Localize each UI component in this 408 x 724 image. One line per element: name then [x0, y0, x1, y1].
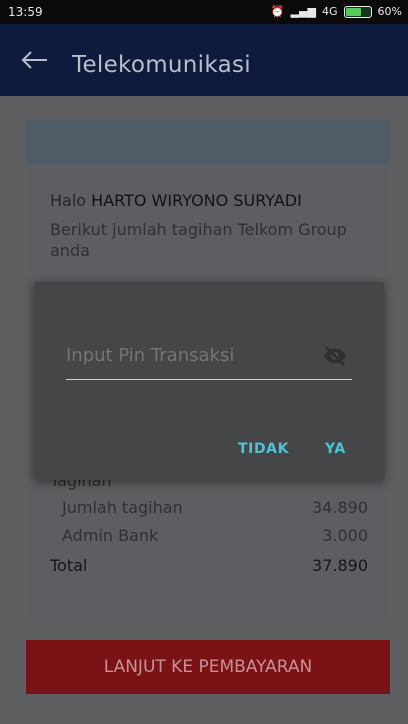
pin-input-underline — [66, 379, 352, 380]
total-label: Total — [50, 556, 88, 575]
cancel-button[interactable]: TIDAK — [238, 441, 289, 457]
status-time: 13:59 — [8, 5, 43, 19]
network-type: 4G — [322, 5, 338, 18]
battery-icon — [343, 5, 372, 18]
bill-row-label: Jumlah tagihan — [62, 498, 183, 517]
greeting-subtitle: Berikut jumlah tagihan Telkom Group anda — [50, 220, 347, 260]
alarm-icon: ⏰ — [270, 5, 285, 18]
customer-name: HARTO WIRYONO SURYADI — [91, 191, 302, 210]
app-bar: Telekomunikasi — [0, 24, 408, 96]
battery-percent: 60% — [377, 5, 402, 18]
bill-row-value: 34.890 — [312, 498, 368, 517]
pin-input[interactable] — [66, 343, 316, 367]
continue-payment-button[interactable]: LANJUT KE PEMBAYARAN — [26, 640, 390, 694]
confirm-button[interactable]: YA — [325, 441, 346, 457]
visibility-off-icon[interactable] — [322, 343, 348, 369]
status-bar: 13:59 ⏰ ▂▄▆ 4G 60% — [0, 0, 408, 24]
greeting-text: Halo HARTO WIRYONO SURYADI — [50, 191, 302, 210]
signal-icon: ▂▄▆ — [290, 5, 317, 18]
greeting-prefix: Halo — [50, 191, 87, 210]
status-icons: ⏰ ▂▄▆ 4G 60% — [271, 5, 402, 18]
page-title: Telekomunikasi — [72, 52, 251, 78]
bill-card-header — [26, 120, 390, 164]
bill-row-value: 3.000 — [322, 526, 368, 545]
back-arrow-icon[interactable] — [20, 50, 48, 70]
total-value: 37.890 — [312, 556, 368, 575]
bill-row-label: Admin Bank — [62, 526, 159, 545]
